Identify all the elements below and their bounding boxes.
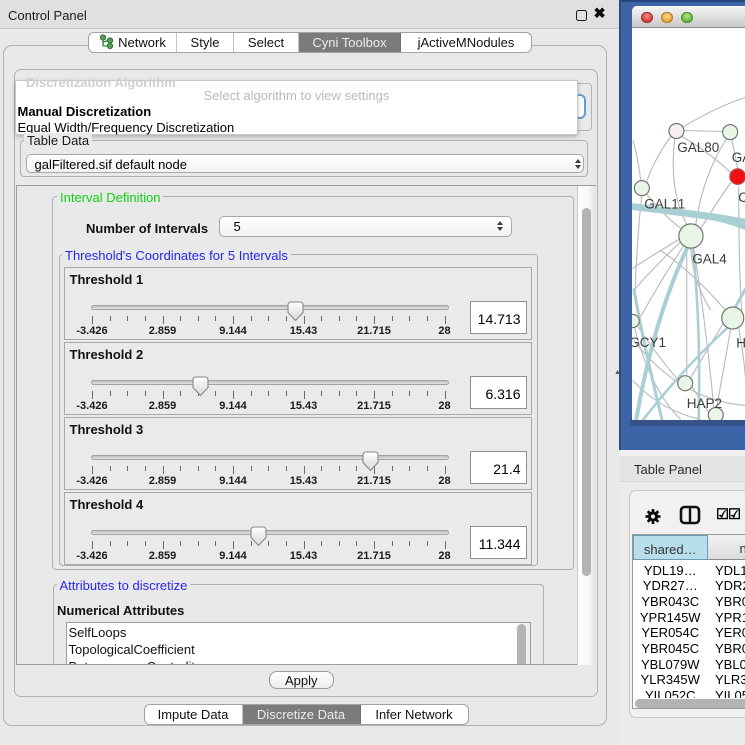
- svg-text:CR: CR: [738, 190, 745, 205]
- svg-text:GAL4: GAL4: [692, 251, 727, 266]
- svg-text:HI: HI: [736, 335, 745, 350]
- svg-text:HAP2: HAP2: [686, 396, 721, 411]
- svg-text:GCY1: GCY1: [632, 335, 666, 350]
- svg-text:GAL7: GAL7: [731, 150, 745, 165]
- svg-text:GAL11: GAL11: [644, 196, 685, 211]
- svg-text:GAL80: GAL80: [677, 140, 719, 155]
